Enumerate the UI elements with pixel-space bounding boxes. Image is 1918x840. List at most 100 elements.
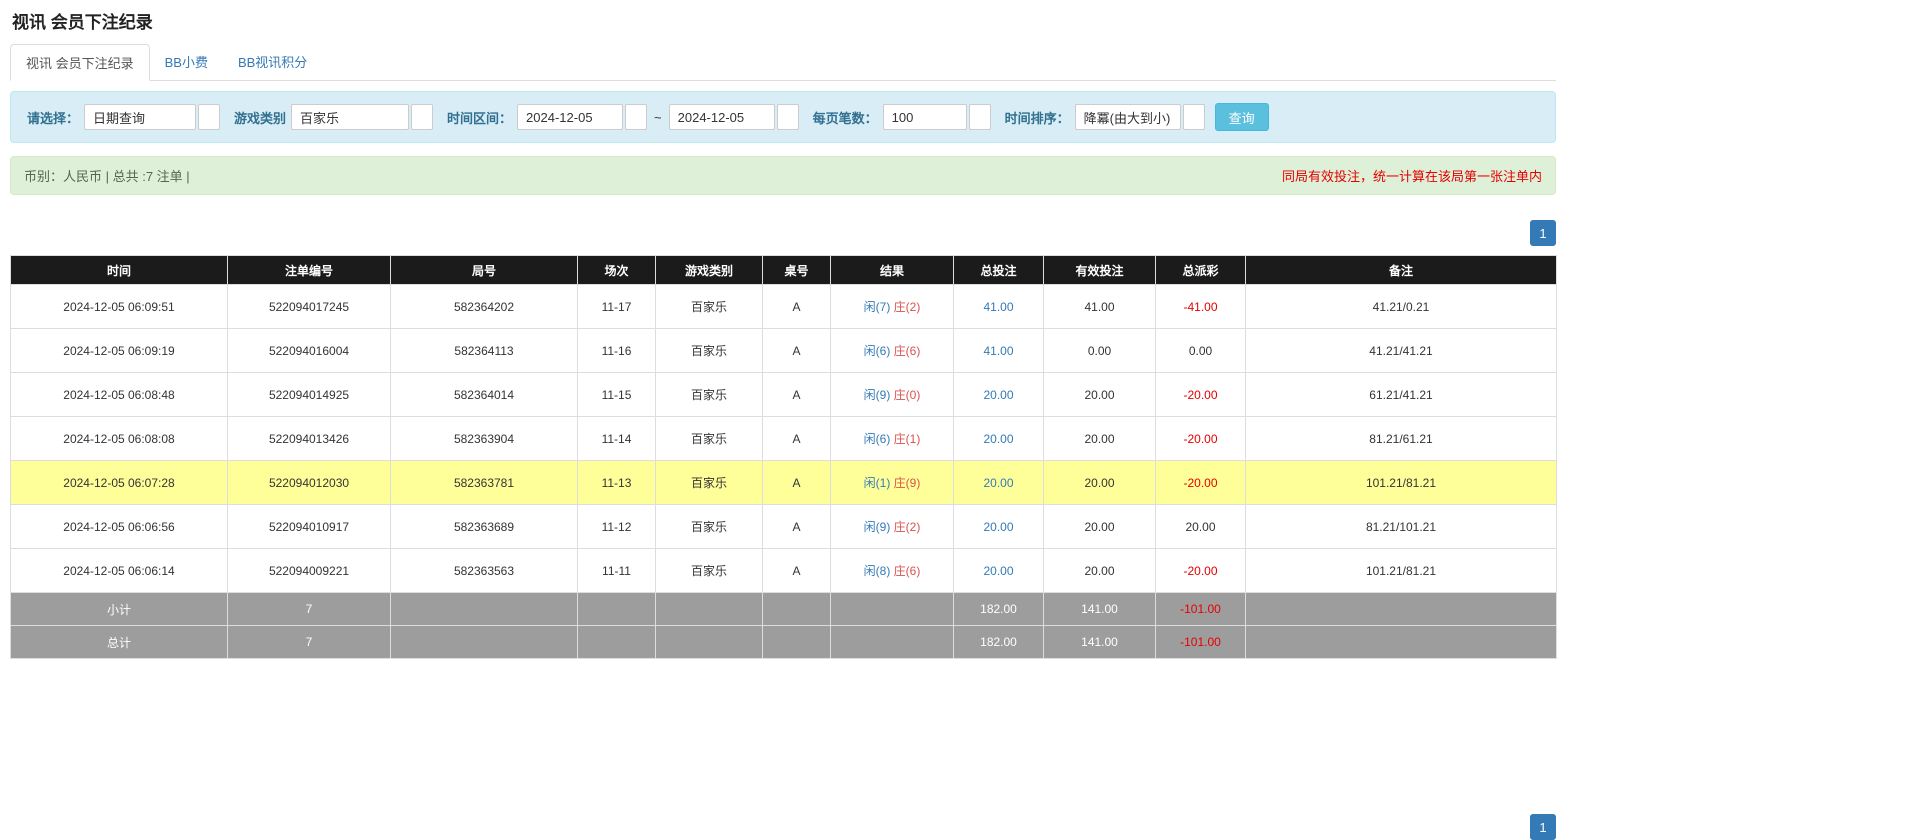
column-header: 备注 — [1246, 256, 1557, 285]
result-banker: 庄(2) — [894, 300, 921, 314]
cell-session: 11-11 — [578, 549, 656, 593]
date-to-input[interactable] — [669, 104, 775, 130]
empty-cell — [578, 593, 656, 626]
column-header: 场次 — [578, 256, 656, 285]
cell-table-no: A — [763, 417, 831, 461]
cell-time: 2024-12-05 06:08:48 — [11, 373, 228, 417]
subtotal-total-bet: 182.00 — [954, 593, 1044, 626]
cell-total-bet-link[interactable]: 41.00 — [954, 329, 1044, 373]
cell-bet-id: 522094017245 — [228, 285, 391, 329]
empty-cell — [656, 626, 763, 659]
game-type-dropdown-box[interactable] — [411, 104, 433, 130]
cell-note: 81.21/61.21 — [1246, 417, 1557, 461]
total-valid-bet: 141.00 — [1044, 626, 1156, 659]
result-banker: 庄(0) — [894, 388, 921, 402]
cell-time: 2024-12-05 06:09:19 — [11, 329, 228, 373]
cell-payout: 20.00 — [1156, 505, 1246, 549]
table-row: 2024-12-05 06:09:51522094017245582364202… — [11, 285, 1557, 329]
cell-result: 闲(7) 庄(2) — [831, 285, 954, 329]
time-range-label: 时间区间： — [447, 108, 512, 127]
subtotal-label: 小计 — [11, 593, 228, 626]
empty-cell — [391, 593, 578, 626]
cell-result: 闲(6) 庄(1) — [831, 417, 954, 461]
pagination-bottom: 1 — [10, 814, 1556, 840]
cell-round-id: 582364113 — [391, 329, 578, 373]
cell-total-bet-link[interactable]: 20.00 — [954, 373, 1044, 417]
page-size-input[interactable] — [883, 104, 967, 130]
query-type-input[interactable] — [84, 104, 196, 130]
total-row: 总计 7 182.00 141.00 -101.00 — [11, 626, 1557, 659]
tab-bb-video-points[interactable]: BB视讯积分 — [223, 44, 322, 81]
cell-valid-bet: 20.00 — [1044, 505, 1156, 549]
cell-round-id: 582364202 — [391, 285, 578, 329]
page-1-button[interactable]: 1 — [1530, 220, 1556, 246]
empty-cell — [1246, 626, 1557, 659]
cell-result: 闲(8) 庄(6) — [831, 549, 954, 593]
page-size-dropdown-box[interactable] — [969, 104, 991, 130]
page-1-button-bottom[interactable]: 1 — [1530, 814, 1556, 840]
cell-time: 2024-12-05 06:07:28 — [11, 461, 228, 505]
table-row: 2024-12-05 06:08:48522094014925582364014… — [11, 373, 1557, 417]
empty-cell — [831, 593, 954, 626]
time-sort-input[interactable] — [1075, 104, 1181, 130]
column-header: 有效投注 — [1044, 256, 1156, 285]
cell-total-bet-link[interactable]: 20.00 — [954, 549, 1044, 593]
cell-game-type: 百家乐 — [656, 549, 763, 593]
tab-bar: 视讯 会员下注纪录 BB小费 BB视讯积分 — [10, 44, 1556, 81]
cell-result: 闲(9) 庄(2) — [831, 505, 954, 549]
tab-bb-tips[interactable]: BB小费 — [150, 44, 223, 81]
cell-note: 41.21/41.21 — [1246, 329, 1557, 373]
column-header: 总派彩 — [1156, 256, 1246, 285]
time-sort-label: 时间排序： — [1005, 108, 1070, 127]
cell-note: 61.21/41.21 — [1246, 373, 1557, 417]
date-from-picker-box[interactable] — [625, 104, 647, 130]
cell-valid-bet: 20.00 — [1044, 549, 1156, 593]
cell-total-bet-link[interactable]: 20.00 — [954, 417, 1044, 461]
result-player: 闲(9) — [864, 520, 891, 534]
main-container: 视讯 会员下注纪录 视讯 会员下注纪录 BB小费 BB视讯积分 请选择： 游戏类… — [10, 0, 1556, 840]
date-from-input[interactable] — [517, 104, 623, 130]
search-button[interactable]: 查询 — [1215, 103, 1269, 131]
page-title: 视讯 会员下注纪录 — [12, 8, 1556, 33]
cell-payout: -20.00 — [1156, 461, 1246, 505]
date-to-picker-box[interactable] — [777, 104, 799, 130]
game-type-input[interactable] — [291, 104, 409, 130]
cell-game-type: 百家乐 — [656, 373, 763, 417]
cell-session: 11-13 — [578, 461, 656, 505]
query-type-dropdown-box[interactable] — [198, 104, 220, 130]
cell-total-bet-link[interactable]: 20.00 — [954, 505, 1044, 549]
cell-bet-id: 522094010917 — [228, 505, 391, 549]
cell-session: 11-14 — [578, 417, 656, 461]
cell-round-id: 582363563 — [391, 549, 578, 593]
cell-table-no: A — [763, 329, 831, 373]
cell-total-bet-link[interactable]: 41.00 — [954, 285, 1044, 329]
empty-cell — [831, 626, 954, 659]
column-header: 结果 — [831, 256, 954, 285]
summary-bar: 币别：人民币 | 总共 :7 注单 | 同局有效投注，统一计算在该局第一张注单内 — [10, 156, 1556, 195]
empty-cell — [578, 626, 656, 659]
cell-round-id: 582363689 — [391, 505, 578, 549]
total-count: 7 — [228, 626, 391, 659]
result-player: 闲(6) — [864, 432, 891, 446]
cell-payout: -41.00 — [1156, 285, 1246, 329]
table-row: 2024-12-05 06:08:08522094013426582363904… — [11, 417, 1557, 461]
subtotal-payout: -101.00 — [1156, 593, 1246, 626]
result-banker: 庄(1) — [894, 432, 921, 446]
cell-total-bet-link[interactable]: 20.00 — [954, 461, 1044, 505]
cell-bet-id: 522094016004 — [228, 329, 391, 373]
query-type-label: 请选择： — [27, 108, 79, 127]
pagination-top: 1 — [10, 220, 1556, 246]
cell-session: 11-16 — [578, 329, 656, 373]
cell-note: 41.21/0.21 — [1246, 285, 1557, 329]
tab-betting-records[interactable]: 视讯 会员下注纪录 — [10, 44, 150, 81]
cell-table-no: A — [763, 461, 831, 505]
cell-time: 2024-12-05 06:06:56 — [11, 505, 228, 549]
time-sort-dropdown-box[interactable] — [1183, 104, 1205, 130]
cell-valid-bet: 20.00 — [1044, 417, 1156, 461]
column-header: 时间 — [11, 256, 228, 285]
cell-payout: -20.00 — [1156, 373, 1246, 417]
cell-game-type: 百家乐 — [656, 461, 763, 505]
cell-payout: -20.00 — [1156, 417, 1246, 461]
cell-session: 11-12 — [578, 505, 656, 549]
cell-valid-bet: 41.00 — [1044, 285, 1156, 329]
